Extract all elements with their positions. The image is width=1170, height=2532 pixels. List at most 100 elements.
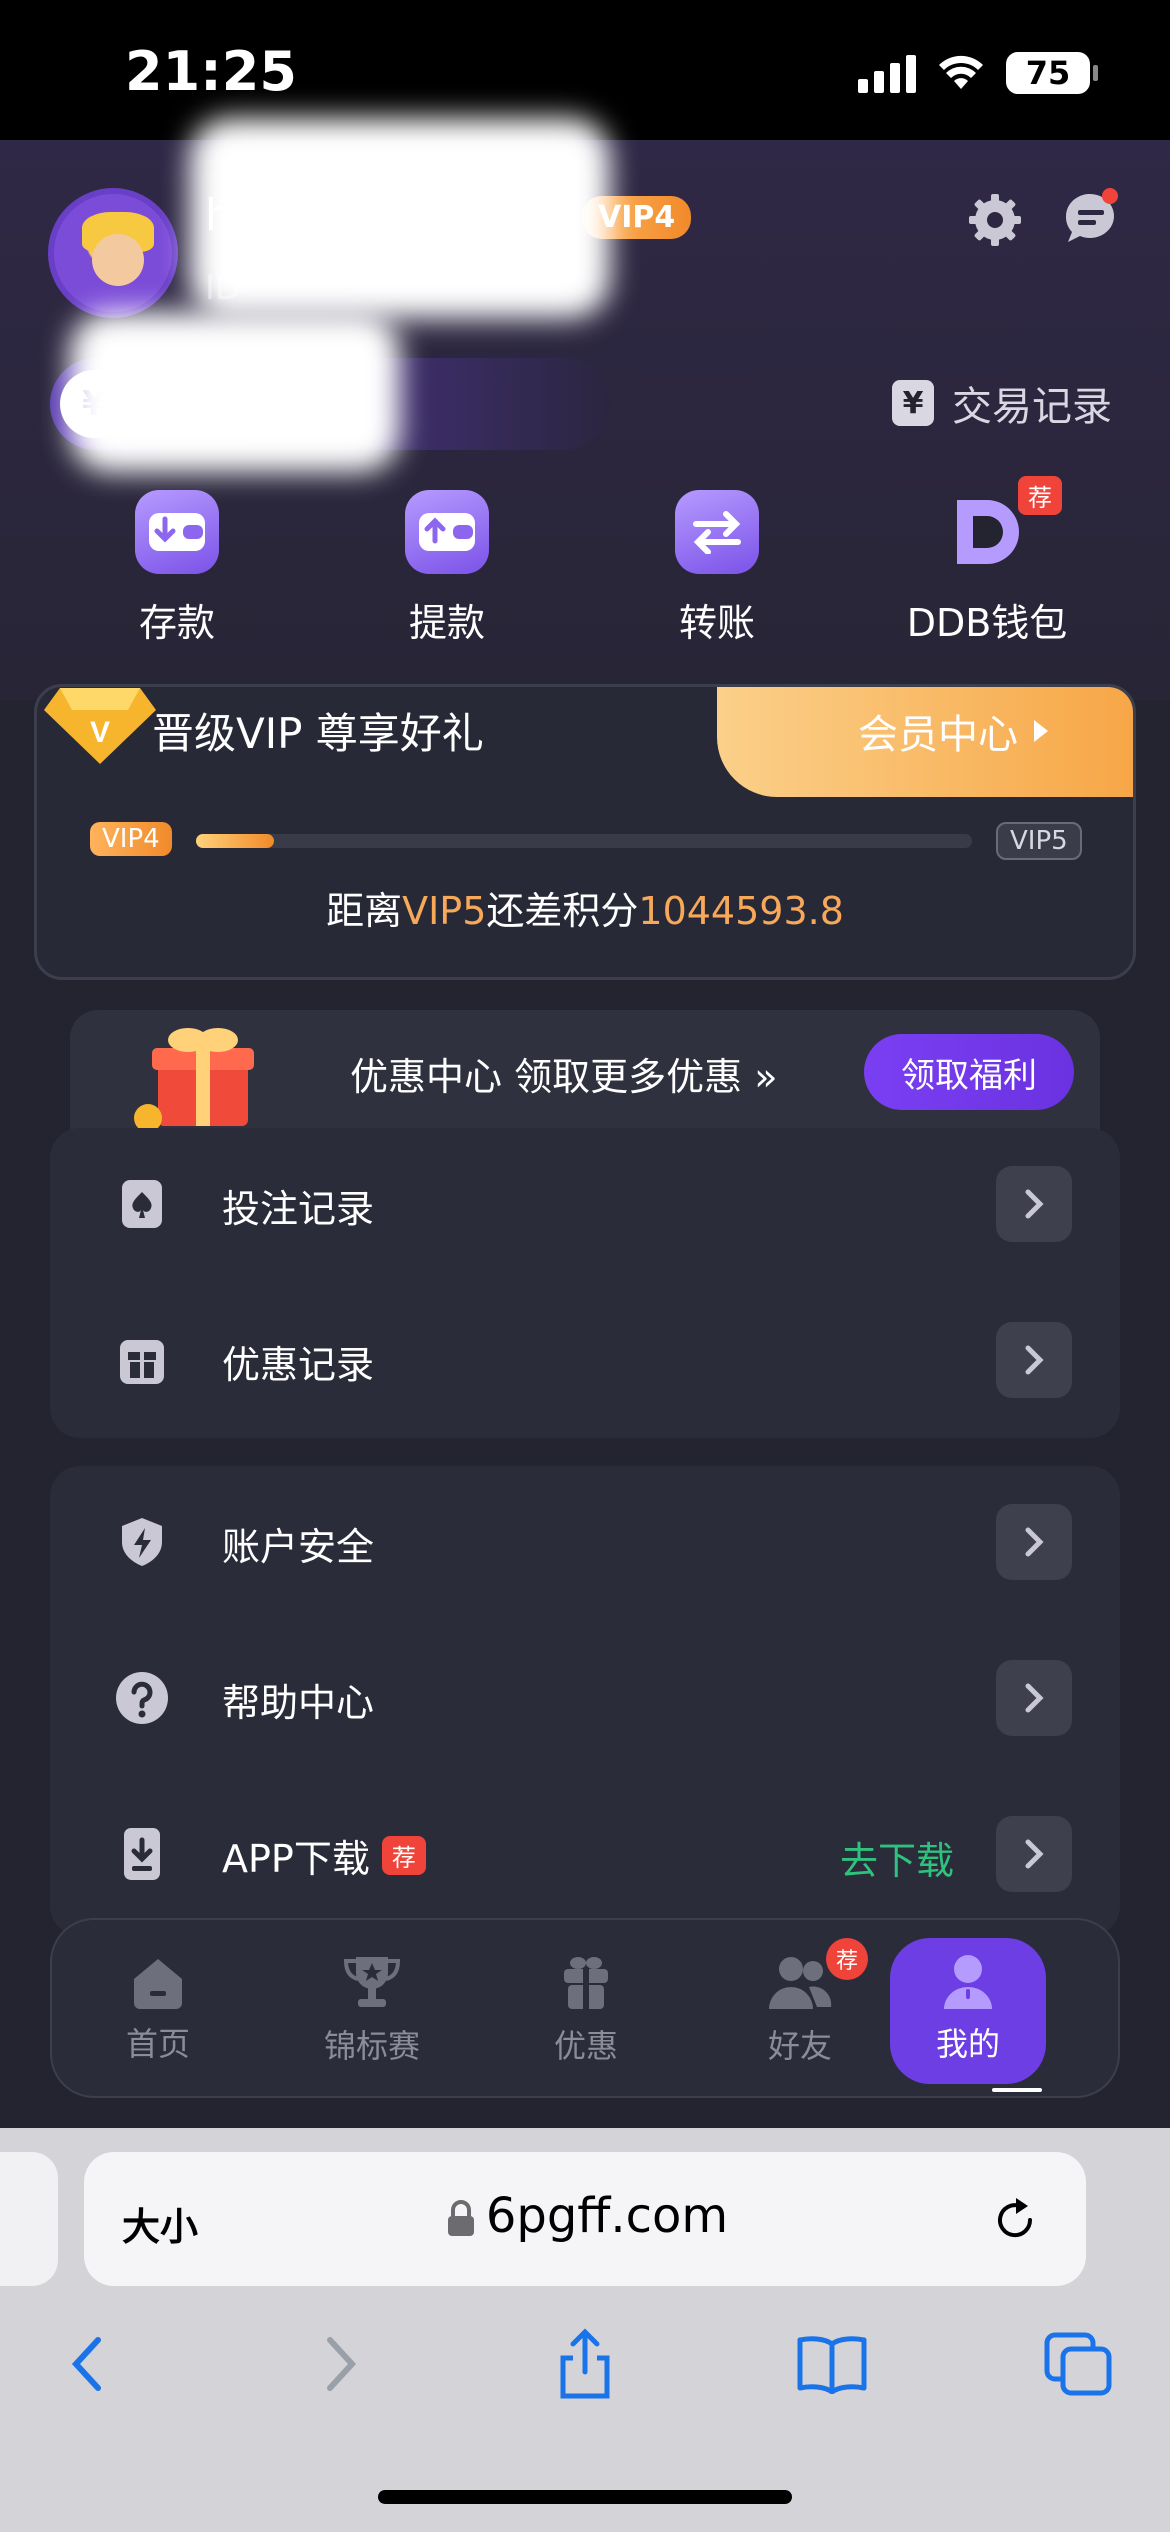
distance-mid: 还差积分 [486,889,639,933]
member-center-link[interactable]: 会员中心 [858,702,1050,760]
chevron-left-icon [71,2337,101,2391]
nav-label: 优惠 [553,2027,618,2065]
nav-label: 好友 [767,2027,832,2065]
receipt-icon: ¥ [892,380,934,426]
withdraw-button[interactable]: 提款 [312,490,582,647]
shield-bolt-icon [122,1518,162,1566]
nav-mine[interactable]: 我的 [868,1918,1068,2098]
nav-label: 首页 [125,2025,190,2063]
transfer-arrows-icon [675,490,759,574]
double-chevron-icon: » [754,1055,778,1099]
menu-label: APP下载 荐 [222,1828,426,1883]
vip-progress-fill [196,834,274,848]
wifi-icon [939,55,983,89]
status-icons: 75 [858,52,1098,94]
transaction-records-link[interactable]: ¥ 交易记录 [892,374,1112,432]
menu-item-account-security[interactable]: 账户安全 [50,1466,1120,1616]
transfer-button[interactable]: 转账 [582,490,852,647]
share-icon [560,2328,610,2399]
caret-right-icon [1034,720,1048,742]
tabs-icon [1044,2332,1112,2396]
home-indicator [378,2490,792,2504]
book-icon [797,2336,867,2394]
chevron-right-icon [327,2337,357,2391]
menu-item-bet-records[interactable]: 投注记录 [50,1128,1120,1278]
next-vip-badge: VIP5 [996,822,1082,860]
recommend-badge: 荐 [1018,476,1062,515]
svg-text:V: V [90,716,110,749]
deposit-wallet-icon [135,490,219,574]
friends-icon [769,1957,832,2009]
phone-download-icon [124,1828,160,1880]
battery-icon: 75 [1006,52,1098,94]
status-time: 21:25 [125,40,297,103]
redaction-blur [70,312,400,472]
vip-diamond-icon: V [44,688,156,764]
distance-level: VIP5 [402,889,487,933]
user-icon [944,1955,992,2009]
menu-label: 优惠记录 [222,1343,375,1387]
member-center-label: 会员中心 [858,712,1018,758]
nav-label: 我的 [935,2025,1000,2063]
active-tab-indicator [992,2088,1042,2092]
question-circle-icon [116,1672,168,1724]
message-icon[interactable] [1058,186,1122,250]
status-bar: 21:25 75 [0,0,1170,140]
home-icon [134,1959,182,2009]
claim-bonus-button[interactable]: 领取福利 [864,1034,1074,1110]
browser-nav-tools [0,2324,1170,2404]
nav-label: 锦标赛 [323,2027,420,2065]
transaction-records-label: 交易记录 [952,384,1112,430]
menu-item-help-center[interactable]: 帮助中心 [50,1622,1120,1772]
gift-box-illustration [134,1028,254,1132]
chevron-right-icon[interactable] [996,1166,1072,1242]
tabs-button[interactable] [1038,2324,1118,2404]
nav-tournament[interactable]: 锦标赛 [272,1920,472,2100]
menu-item-promo-records[interactable]: 优惠记录 [50,1284,1120,1434]
reload-icon[interactable] [990,2194,1040,2244]
back-button[interactable] [48,2324,128,2404]
promo-text: 优惠中心 领取更多优惠 » [350,1046,777,1101]
vip-progress-bar [196,834,972,848]
recommend-badge: 荐 [381,1836,426,1875]
withdraw-label: 提款 [408,601,485,645]
distance-prefix: 距离 [326,889,403,933]
chevron-right-icon[interactable] [996,1322,1072,1398]
go-download-link[interactable]: 去下载 [840,1830,954,1885]
app-download-label: APP下载 [222,1837,370,1881]
menu-label: 投注记录 [222,1187,375,1231]
deposit-button[interactable]: 存款 [42,490,312,647]
vip-distance-text: 距离VIP5还差积分1044593.8 [0,880,1170,935]
trophy-icon [343,1957,401,2007]
redaction-blur [190,118,610,318]
transfer-label: 转账 [678,601,755,645]
gear-icon[interactable] [965,190,1025,250]
deposit-label: 存款 [138,601,215,645]
share-button[interactable] [545,2324,625,2404]
menu-item-app-download[interactable]: APP下载 荐 去下载 [50,1778,1120,1928]
bookmarks-button[interactable] [792,2324,872,2404]
withdraw-wallet-icon [405,490,489,574]
avatar[interactable] [48,188,178,318]
distance-points: 1044593.8 [638,889,844,933]
menu-label: 帮助中心 [222,1681,375,1725]
menu-label: 账户安全 [222,1525,375,1569]
chevron-right-icon[interactable] [996,1504,1072,1580]
nav-promo[interactable]: 优惠 [486,1920,686,2100]
menu-group-account: 账户安全 帮助中心 APP下载 荐 去下载 [50,1466,1120,1936]
ddb-wallet-label: DDB钱包 [906,601,1068,645]
promo-text-label: 优惠中心 领取更多优惠 [350,1055,743,1099]
ddb-wallet-icon [945,490,1029,574]
gift-box-icon [120,1340,164,1384]
ddb-wallet-button[interactable]: 荐 DDB钱包 [852,476,1122,647]
forward-button[interactable] [300,2324,380,2404]
menu-group-records: 投注记录 优惠记录 [50,1128,1120,1438]
nav-home[interactable]: 首页 [58,1920,258,2100]
cellular-signal-icon [858,53,916,93]
chevron-right-icon[interactable] [996,1816,1072,1892]
vip-title: 晋级VIP 尊享好礼 [152,709,484,758]
gift-icon [564,1957,608,2009]
hot-badge: 荐 [826,1938,868,1980]
chevron-right-icon[interactable] [996,1660,1072,1736]
url-label: 6pgff.com [485,2188,729,2244]
